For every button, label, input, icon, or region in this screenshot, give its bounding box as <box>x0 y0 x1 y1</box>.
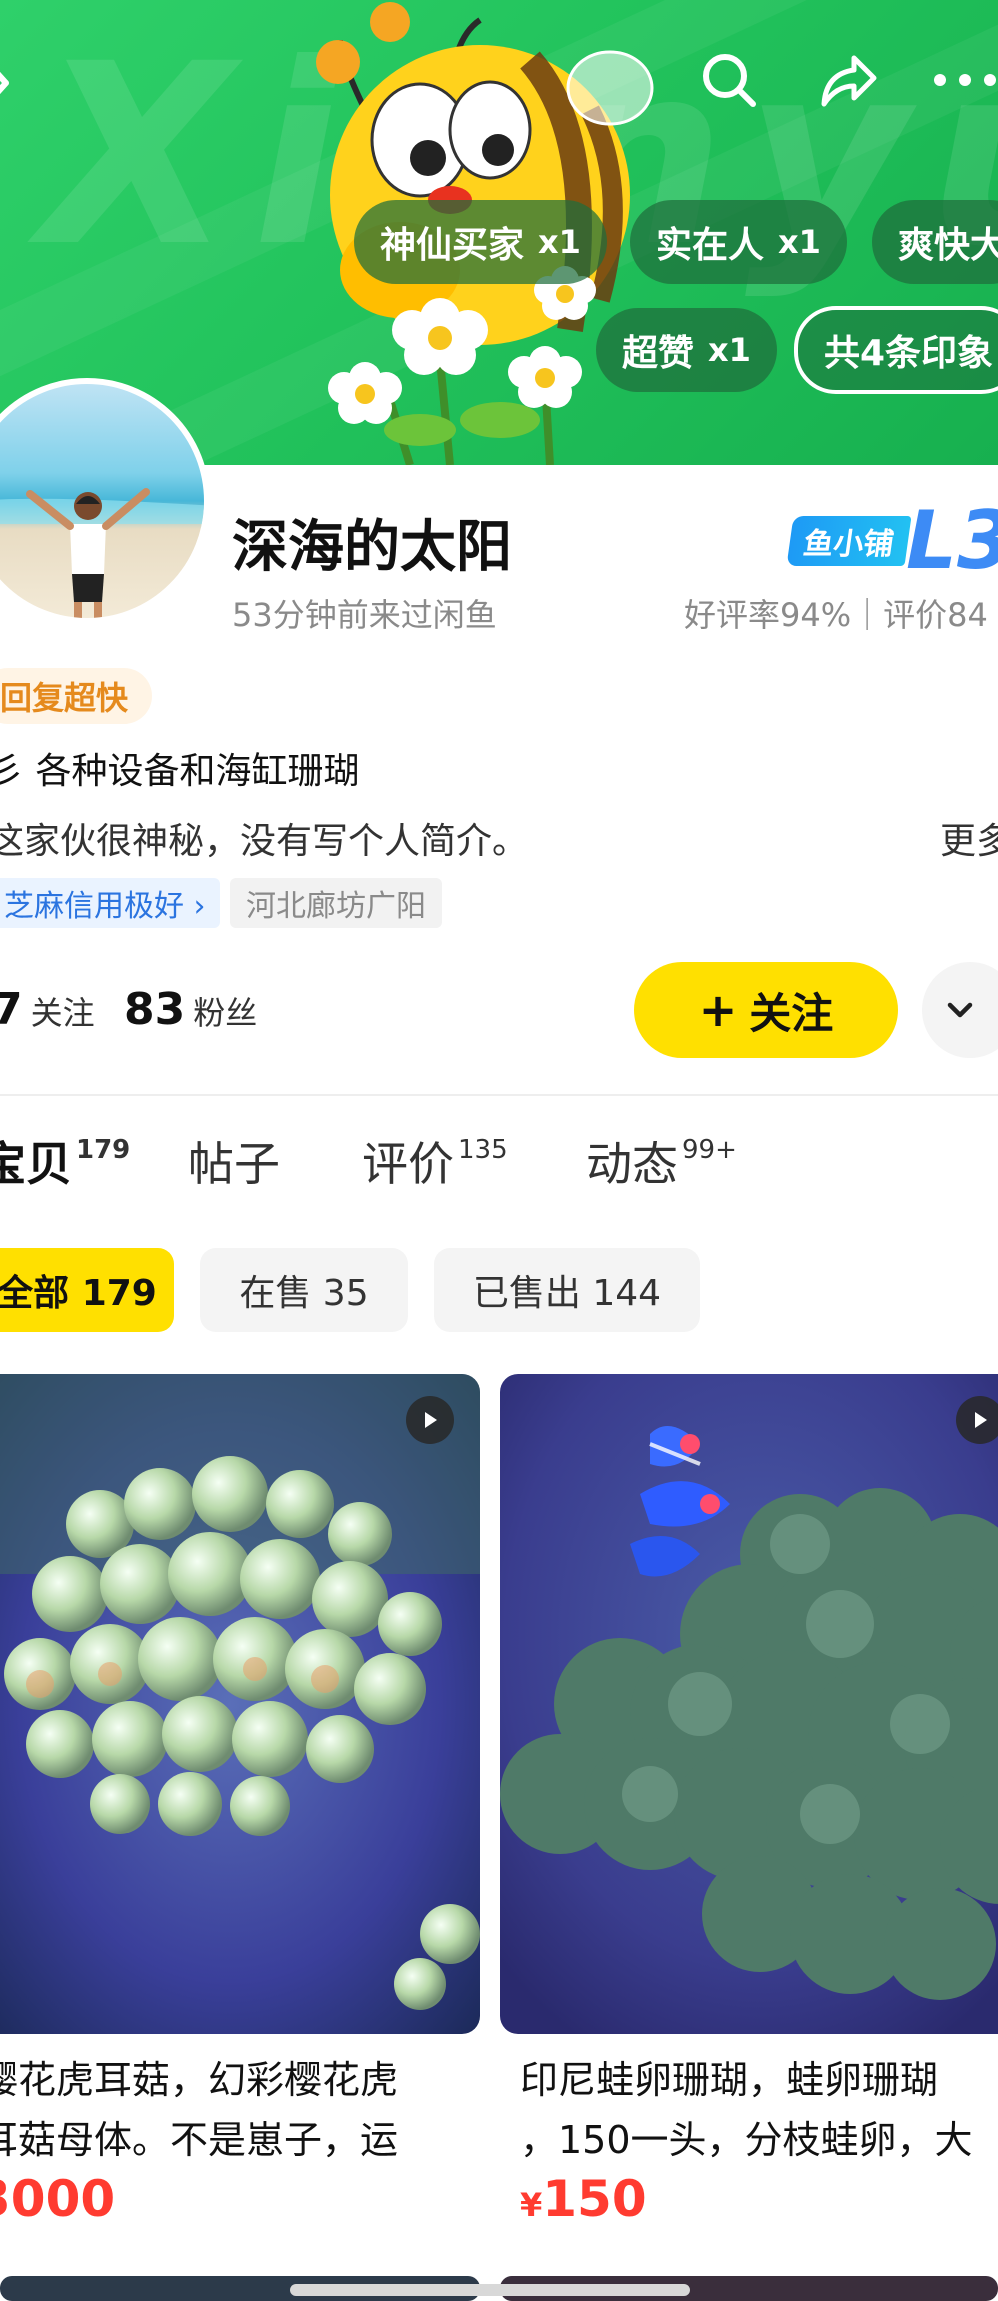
badge-label: 神仙买家 <box>380 225 525 266</box>
impression-badge[interactable]: 爽快大 <box>872 200 998 284</box>
following-number: 7 <box>0 984 23 1035</box>
location-tag: 河北廊坊广阳 <box>230 878 442 928</box>
last-seen-text: 53分钟前来过闲鱼 <box>232 596 497 634</box>
tab-count: 99+ <box>682 1134 737 1165</box>
tab-label: 评价 <box>362 1137 454 1191</box>
reply-speed-tag: 回复超快 <box>0 668 153 724</box>
credit-label: 芝麻信用极好 › <box>4 889 206 924</box>
following-count[interactable]: 7 关注 <box>0 984 95 1035</box>
search-icon <box>703 54 756 107</box>
coral-photo <box>500 1374 998 2034</box>
back-arrow-icon[interactable] <box>0 48 34 118</box>
level-badge: L3 <box>906 494 998 587</box>
shop-tag: 鱼小铺 <box>786 516 912 566</box>
badge-label: 超赞 <box>622 333 695 374</box>
tab-label: 动态 <box>586 1137 678 1191</box>
coral-photo <box>0 1374 480 2034</box>
home-indicator[interactable] <box>290 2284 690 2296</box>
product-title-line: ，150一头，分枝蛙卵，大 <box>520 2118 973 2162</box>
shop-tag-label: 鱼小铺 <box>801 527 896 562</box>
share-button[interactable] <box>814 45 884 115</box>
fans-label: 粉丝 <box>193 994 258 1032</box>
product-title-line: 耳菇母体。不是崽子，运 <box>0 2118 399 2162</box>
fans-count[interactable]: 83 粉丝 <box>124 984 257 1035</box>
tab-count: 135 <box>458 1134 508 1165</box>
filter-label: 已售出 144 <box>472 1273 662 1314</box>
badge-count: x1 <box>538 223 581 261</box>
badge-label: 实在人 <box>656 225 765 266</box>
product-title[interactable]: 樱花虎耳菇，幻彩樱花虎 耳菇母体。不是崽子，运 <box>0 2050 398 2170</box>
product-card-image[interactable] <box>500 1374 998 2034</box>
product-price: 3000 <box>0 2170 115 2228</box>
product-title-line: 樱花虎耳菇，幻彩樱花虎 <box>0 2058 399 2102</box>
tab-label: 帖子 <box>188 1137 280 1191</box>
chevron-down-icon <box>947 1002 973 1018</box>
badge-count: x1 <box>708 331 751 369</box>
impression-badge[interactable]: 神仙买家 x1 <box>354 200 607 284</box>
fans-number: 83 <box>124 984 186 1035</box>
badge-count: x1 <box>778 223 821 261</box>
product-title[interactable]: 印尼蛙卵珊瑚，蛙卵珊瑚 ，150一头，分枝蛙卵，大 <box>520 2050 973 2170</box>
more-actions-dropdown[interactable] <box>922 962 998 1058</box>
tab-items[interactable]: 宝贝 179 <box>0 1128 130 1194</box>
rating-summary[interactable]: 好评率94%｜评价84 <box>684 590 988 636</box>
all-impressions-button[interactable]: 共4条印象 <box>794 306 998 394</box>
bio-headline: 彡 各种设备和海缸珊瑚 <box>0 751 360 792</box>
filter-label: 在售 35 <box>239 1273 369 1314</box>
video-play-icon <box>956 1396 998 1444</box>
plus-icon: + <box>698 983 738 1037</box>
follow-button-label: 关注 <box>749 988 834 1038</box>
price-value: 3000 <box>0 2170 116 2228</box>
tab-label: 宝贝 <box>0 1137 72 1191</box>
credit-tag[interactable]: 芝麻信用极好 › <box>0 878 220 928</box>
bio-text: 这家伙很神秘，没有写个人简介。 <box>0 821 529 862</box>
tab-count: 179 <box>76 1134 131 1165</box>
price-value: 150 <box>542 2170 647 2228</box>
tab-posts[interactable]: 帖子 <box>188 1128 280 1194</box>
product-card-image[interactable] <box>0 1374 480 2034</box>
tab-reviews[interactable]: 评价 135 <box>362 1128 508 1194</box>
share-icon <box>821 55 877 107</box>
user-nickname: 深海的太阳 <box>232 515 512 580</box>
filter-all[interactable]: 全部 179 <box>0 1248 174 1332</box>
impression-badge[interactable]: 超赞 x1 <box>596 308 777 392</box>
more-dots-icon <box>934 74 996 86</box>
following-label: 关注 <box>30 994 95 1032</box>
impression-badge[interactable]: 实在人 x1 <box>630 200 847 284</box>
currency-symbol: ¥ <box>520 2186 543 2224</box>
badge-label: 爽快大 <box>898 225 998 266</box>
product-price: ¥150 <box>520 2170 647 2228</box>
avatar-photo <box>0 488 204 618</box>
bio-more-link[interactable]: 更多 <box>940 812 998 864</box>
badge-label: 共4条印象 <box>824 333 994 374</box>
filter-on-sale[interactable]: 在售 35 <box>200 1248 408 1332</box>
more-options-button[interactable] <box>930 45 998 115</box>
follow-button[interactable]: + 关注 <box>634 962 898 1058</box>
video-play-icon <box>406 1396 454 1444</box>
filter-sold[interactable]: 已售出 144 <box>434 1248 700 1332</box>
filter-label: 全部 179 <box>0 1273 157 1314</box>
search-button[interactable] <box>694 45 764 115</box>
divider <box>0 1094 998 1096</box>
product-title-line: 印尼蛙卵珊瑚，蛙卵珊瑚 <box>520 2058 939 2102</box>
tab-activity[interactable]: 动态 99+ <box>586 1128 737 1194</box>
